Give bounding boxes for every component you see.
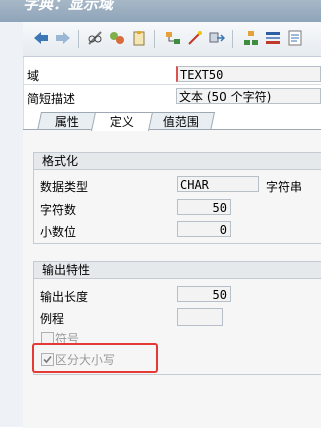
left-margin [0,0,24,427]
magic-wand-icon[interactable] [185,28,205,48]
output-group-title: 输出特性 [34,262,321,279]
output-length-field[interactable]: 50 [177,286,231,302]
short-description-field[interactable]: 文本 (50 个字符) [176,88,321,104]
other-object-icon[interactable] [107,28,127,48]
application-toolbar [23,22,321,57]
red-highlight-box [32,343,158,373]
domain-field[interactable]: TEXT50 [176,66,321,82]
routine-label: 例程 [40,312,65,326]
info-icon[interactable] [285,28,305,48]
list-icon[interactable] [263,28,283,48]
clipboard-icon[interactable] [129,28,149,48]
transport-icon[interactable] [207,28,227,48]
header-divider [23,84,321,85]
format-group: 格式化 数据类型 CHAR 字符串 字符数 50 小数位 0 [33,152,321,244]
decimals-label: 小数位 [40,225,77,239]
hierarchy-icon[interactable] [163,28,183,48]
window-title: 字典：显示域 [23,0,114,13]
output-length-label: 输出长度 [40,290,89,304]
data-type-field[interactable]: CHAR [177,176,259,192]
characters-label: 字符数 [40,203,77,217]
forward-icon[interactable] [53,28,73,48]
decimals-field[interactable]: 0 [177,221,231,237]
tab-strip: 属性 定义 值范围 [23,112,321,131]
characters-field[interactable]: 50 [177,199,231,215]
format-group-title: 格式化 [34,153,321,170]
data-type-label: 数据类型 [40,180,89,194]
toolbar-separator [78,30,79,48]
routine-field[interactable] [177,308,223,326]
tree-icon[interactable] [241,28,261,48]
toolbar-separator [154,30,155,48]
toolbar-separator [232,30,233,48]
short-description-label: 简短描述 [27,92,76,106]
glasses-icon[interactable] [85,28,105,48]
tab-definition[interactable]: 定义 [90,112,154,131]
window-title-bar: 字典：显示域 [0,0,321,22]
definition-tab-page: 格式化 数据类型 CHAR 字符串 字符数 50 小数位 0 输出特性 输出长度… [23,129,321,428]
data-type-description: 字符串 [266,180,303,194]
domain-label: 域 [27,69,40,83]
back-icon[interactable] [31,28,51,48]
